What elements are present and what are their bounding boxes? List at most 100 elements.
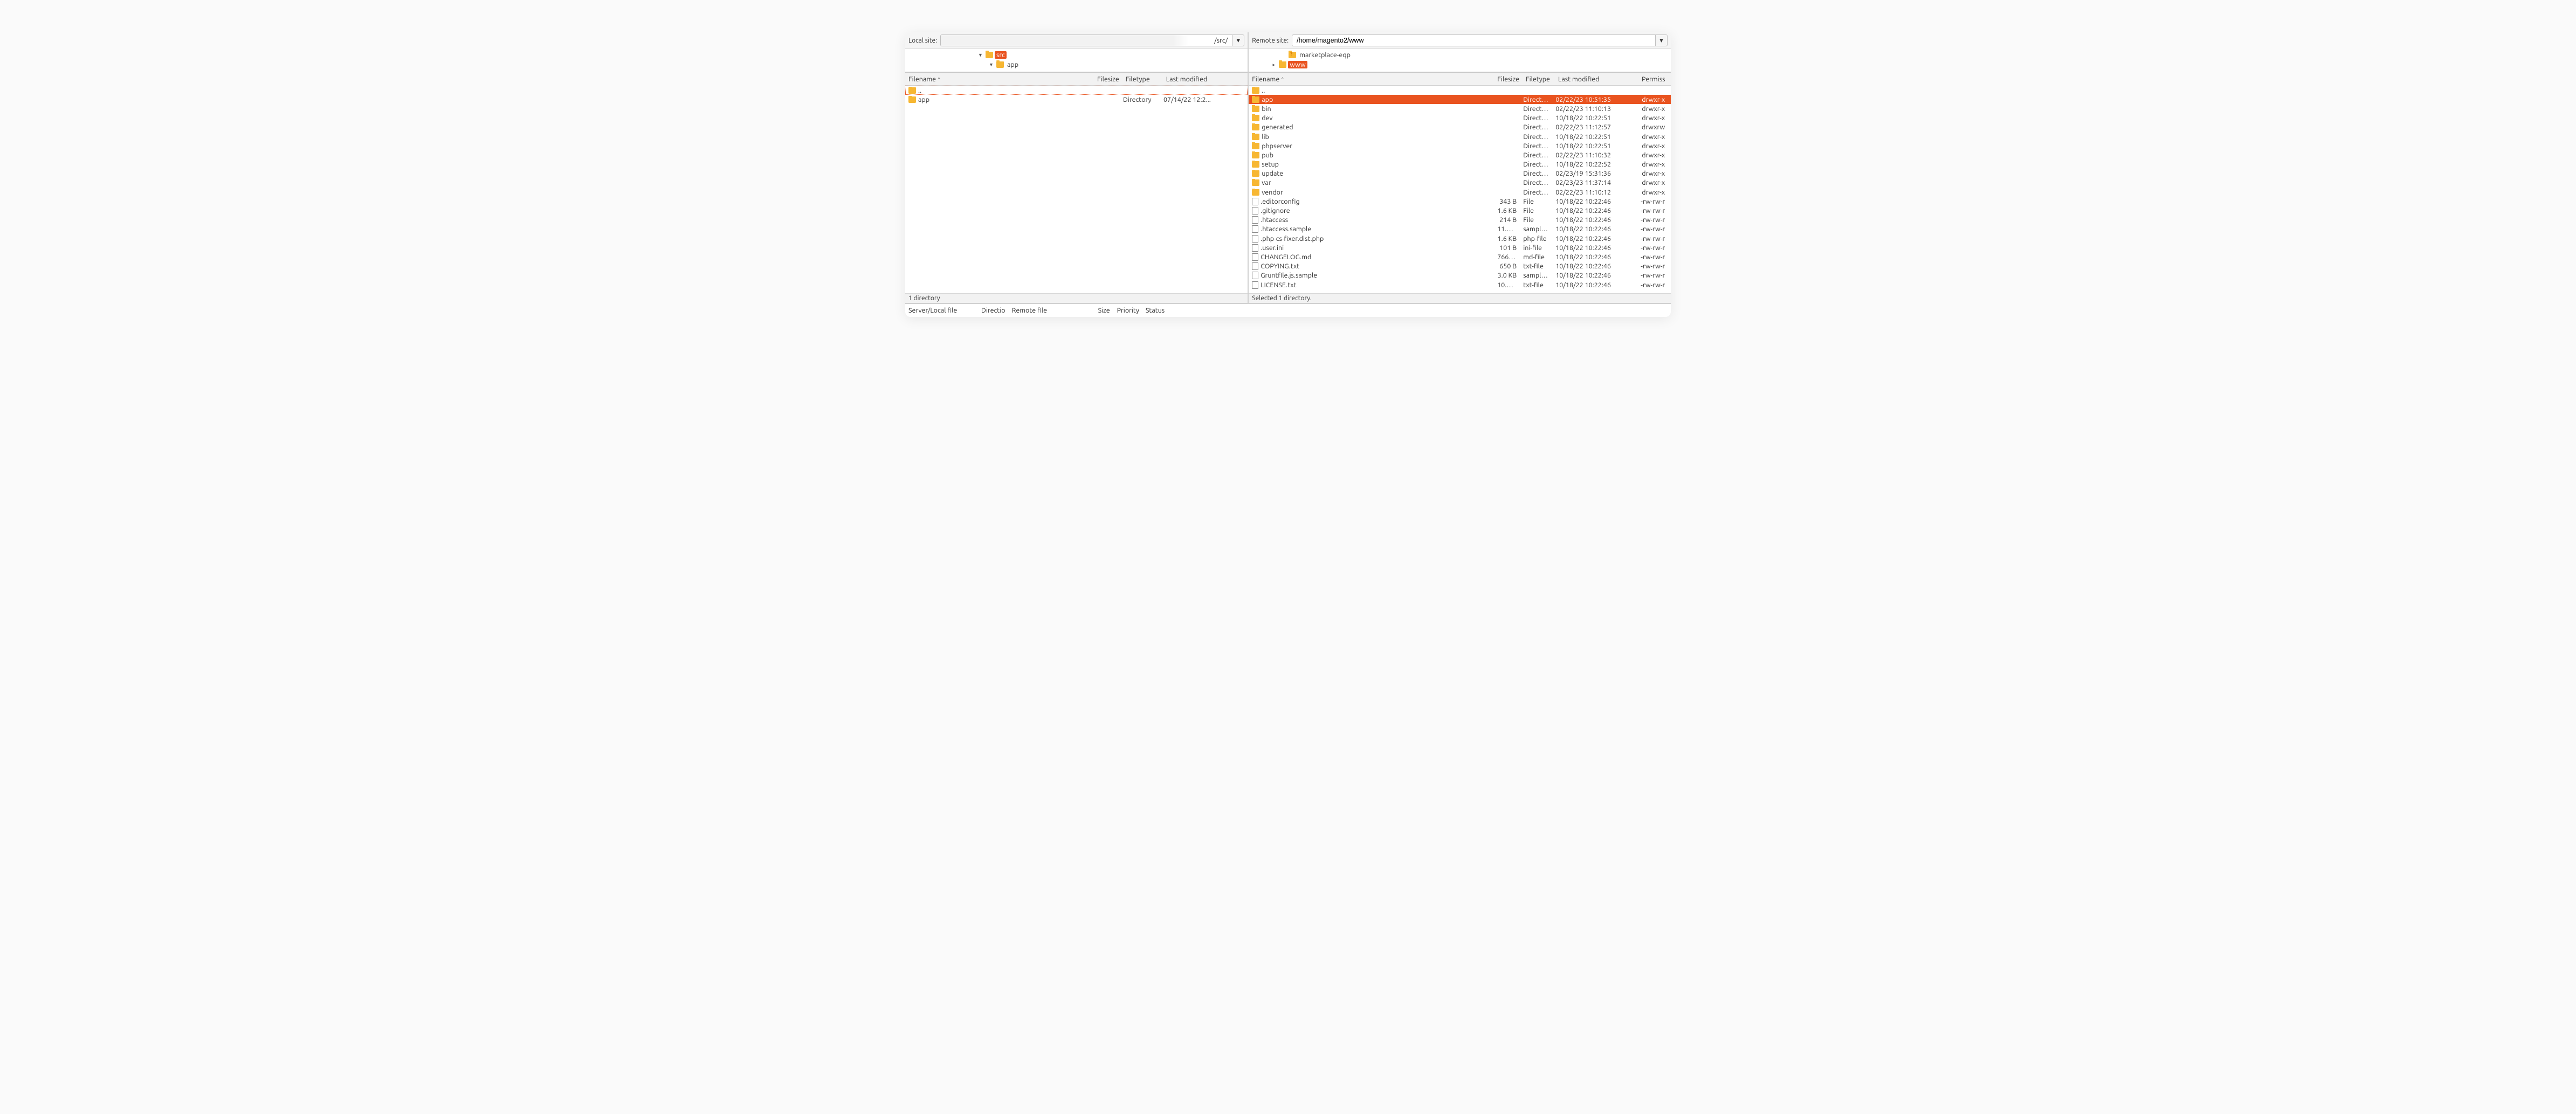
file-row[interactable]: LICENSE.txt 10.4 KB txt-file 10/18/22 10… <box>1249 280 1671 289</box>
file-row[interactable]: pub Directory 02/22/23 11:10:32 drwxr-x <box>1249 150 1671 160</box>
tree-label[interactable]: app <box>1005 61 1020 68</box>
col-filename[interactable]: Filename^ <box>1249 75 1494 83</box>
qcol-server[interactable]: Server/Local file <box>905 307 978 314</box>
file-type: sample-f... <box>1520 272 1552 279</box>
file-row[interactable]: bin Directory 02/22/23 11:10:13 drwxr-x <box>1249 104 1671 113</box>
file-row[interactable]: phpserver Directory 10/18/22 10:22:51 dr… <box>1249 141 1671 150</box>
folder-icon <box>1252 179 1259 186</box>
file-row[interactable]: var Directory 02/23/23 11:37:14 drwxr-x <box>1249 178 1671 188</box>
file-row[interactable]: CHANGELOG.md 766.6 KB md-file 10/18/22 1… <box>1249 252 1671 261</box>
file-icon <box>1252 216 1258 224</box>
remote-list-header: Filename^ Filesize Filetype Last modifie… <box>1249 73 1671 86</box>
file-row[interactable]: generated Directory 02/22/23 11:12:57 dr… <box>1249 123 1671 132</box>
file-row[interactable]: dev Directory 10/18/22 10:22:51 drwxr-x <box>1249 114 1671 123</box>
tree-row[interactable]: ▸ www <box>1249 60 1671 70</box>
folder-icon <box>908 87 916 94</box>
tree-label[interactable]: www <box>1288 61 1307 68</box>
file-size: 11.4 KB <box>1494 225 1520 233</box>
file-modified: 02/23/19 15:31:36 <box>1552 170 1636 177</box>
file-row[interactable]: app Directory 07/14/22 12:2... <box>905 95 1248 104</box>
file-modified: 10/18/22 10:22:52 <box>1552 161 1636 168</box>
file-row[interactable]: lib Directory 10/18/22 10:22:51 drwxr-x <box>1249 132 1671 141</box>
tree-row[interactable]: ▼ src <box>905 50 1248 60</box>
col-filetype[interactable]: Filetype <box>1523 75 1555 83</box>
file-icon <box>1252 207 1258 215</box>
tree-label[interactable]: src <box>995 51 1007 59</box>
col-lastmod[interactable]: Last modified <box>1163 75 1228 83</box>
file-modified: 10/18/22 10:22:46 <box>1552 207 1636 215</box>
qcol-status[interactable]: Status <box>1142 307 1175 314</box>
tree-expander-icon[interactable]: ▸ <box>1270 62 1277 68</box>
file-row[interactable]: .. <box>905 86 1248 95</box>
file-name: dev <box>1262 114 1272 122</box>
tree-expander-icon[interactable]: ▼ <box>977 52 984 58</box>
file-row[interactable]: vendor Directory 02/22/23 11:10:12 drwxr… <box>1249 188 1671 197</box>
local-list-body[interactable]: .. app Directory 07/14/22 12:2... <box>905 86 1248 293</box>
folder-icon <box>1252 96 1259 103</box>
file-modified: 02/22/23 11:12:57 <box>1552 123 1636 131</box>
file-icon <box>1252 272 1258 279</box>
file-permissions: drwxr-x <box>1636 170 1668 177</box>
qcol-size[interactable]: Size <box>1095 307 1114 314</box>
file-row[interactable]: Gruntfile.js.sample 3.0 KB sample-f... 1… <box>1249 271 1671 280</box>
file-size: 650 B <box>1494 262 1520 270</box>
file-row[interactable]: .htaccess.sample 11.4 KB sample-f... 10/… <box>1249 225 1671 234</box>
file-row[interactable]: .php-cs-fixer.dist.php 1.6 KB php-file 1… <box>1249 234 1671 243</box>
remote-path-combo[interactable]: ▾ <box>1292 34 1668 46</box>
local-path-combo[interactable]: /src/ ▾ <box>940 34 1244 46</box>
file-name: Gruntfile.js.sample <box>1261 272 1317 279</box>
file-row[interactable]: app Directory 02/22/23 10:51:35 drwxr-x <box>1249 95 1671 104</box>
file-name: .editorconfig <box>1261 198 1299 205</box>
file-row[interactable]: .htaccess 214 B File 10/18/22 10:22:46 -… <box>1249 216 1671 225</box>
qcol-priority[interactable]: Priority <box>1114 307 1142 314</box>
file-type: ini-file <box>1520 244 1552 252</box>
tree-row[interactable]: ▼ app <box>905 60 1248 70</box>
file-name: update <box>1262 170 1283 177</box>
col-filetype[interactable]: Filetype <box>1122 75 1163 83</box>
file-type: Directory <box>1520 170 1552 177</box>
remote-tree[interactable]: marketplace-eqp ▸ www <box>1249 49 1671 73</box>
col-lastmod[interactable]: Last modified <box>1555 75 1638 83</box>
file-type: Directory <box>1520 96 1552 103</box>
file-name: CHANGELOG.md <box>1261 253 1311 261</box>
file-modified: 02/22/23 10:51:35 <box>1552 96 1636 103</box>
file-row[interactable]: .gitignore 1.6 KB File 10/18/22 10:22:46… <box>1249 206 1671 215</box>
file-row[interactable]: .editorconfig 343 B File 10/18/22 10:22:… <box>1249 197 1671 206</box>
col-permissions[interactable]: Permiss <box>1638 75 1671 83</box>
qcol-direction[interactable]: Directio <box>978 307 1009 314</box>
remote-file-list: Filename^ Filesize Filetype Last modifie… <box>1249 73 1671 293</box>
tree-row[interactable]: marketplace-eqp <box>1249 50 1671 60</box>
col-filesize[interactable]: Filesize <box>1494 75 1523 83</box>
file-row[interactable]: .user.ini 101 B ini-file 10/18/22 10:22:… <box>1249 243 1671 252</box>
file-name: var <box>1262 179 1271 186</box>
chevron-down-icon: ▾ <box>1236 37 1240 45</box>
file-modified: 10/18/22 10:22:46 <box>1552 244 1636 252</box>
local-tree[interactable]: ▼ src ▼ app <box>905 49 1248 73</box>
file-type: File <box>1520 198 1552 205</box>
folder-icon <box>996 61 1004 68</box>
col-filename[interactable]: Filename^ <box>905 75 1094 83</box>
file-row[interactable]: update Directory 02/23/19 15:31:36 drwxr… <box>1249 169 1671 178</box>
tree-expander-icon[interactable]: ▼ <box>988 62 995 67</box>
tree-label[interactable]: marketplace-eqp <box>1298 51 1352 59</box>
folder-icon <box>1252 152 1259 158</box>
file-row[interactable]: COPYING.txt 650 B txt-file 10/18/22 10:2… <box>1249 262 1671 271</box>
remote-path-input[interactable] <box>1292 35 1655 46</box>
folder-icon <box>1252 189 1259 196</box>
file-row[interactable]: setup Directory 10/18/22 10:22:52 drwxr-… <box>1249 160 1671 169</box>
file-row[interactable]: .. <box>1249 86 1671 95</box>
remote-path-dropdown[interactable]: ▾ <box>1655 35 1667 46</box>
file-type: php-file <box>1520 235 1552 243</box>
file-permissions: drwxr-x <box>1636 105 1668 113</box>
local-path-input[interactable]: /src/ <box>941 35 1232 46</box>
file-type: Directory <box>1520 123 1552 131</box>
qcol-remote[interactable]: Remote file <box>1009 307 1095 314</box>
folder-icon <box>1252 134 1259 140</box>
remote-list-body[interactable]: .. app Directory 02/22/23 10:51:35 drwxr… <box>1249 86 1671 293</box>
local-list-header: Filename^ Filesize Filetype Last modifie… <box>905 73 1248 86</box>
file-permissions: drwxrw <box>1636 123 1668 131</box>
file-modified: 10/18/22 10:22:46 <box>1552 216 1636 224</box>
file-name: .user.ini <box>1261 244 1284 252</box>
col-filesize[interactable]: Filesize <box>1094 75 1122 83</box>
local-path-dropdown[interactable]: ▾ <box>1232 35 1244 46</box>
